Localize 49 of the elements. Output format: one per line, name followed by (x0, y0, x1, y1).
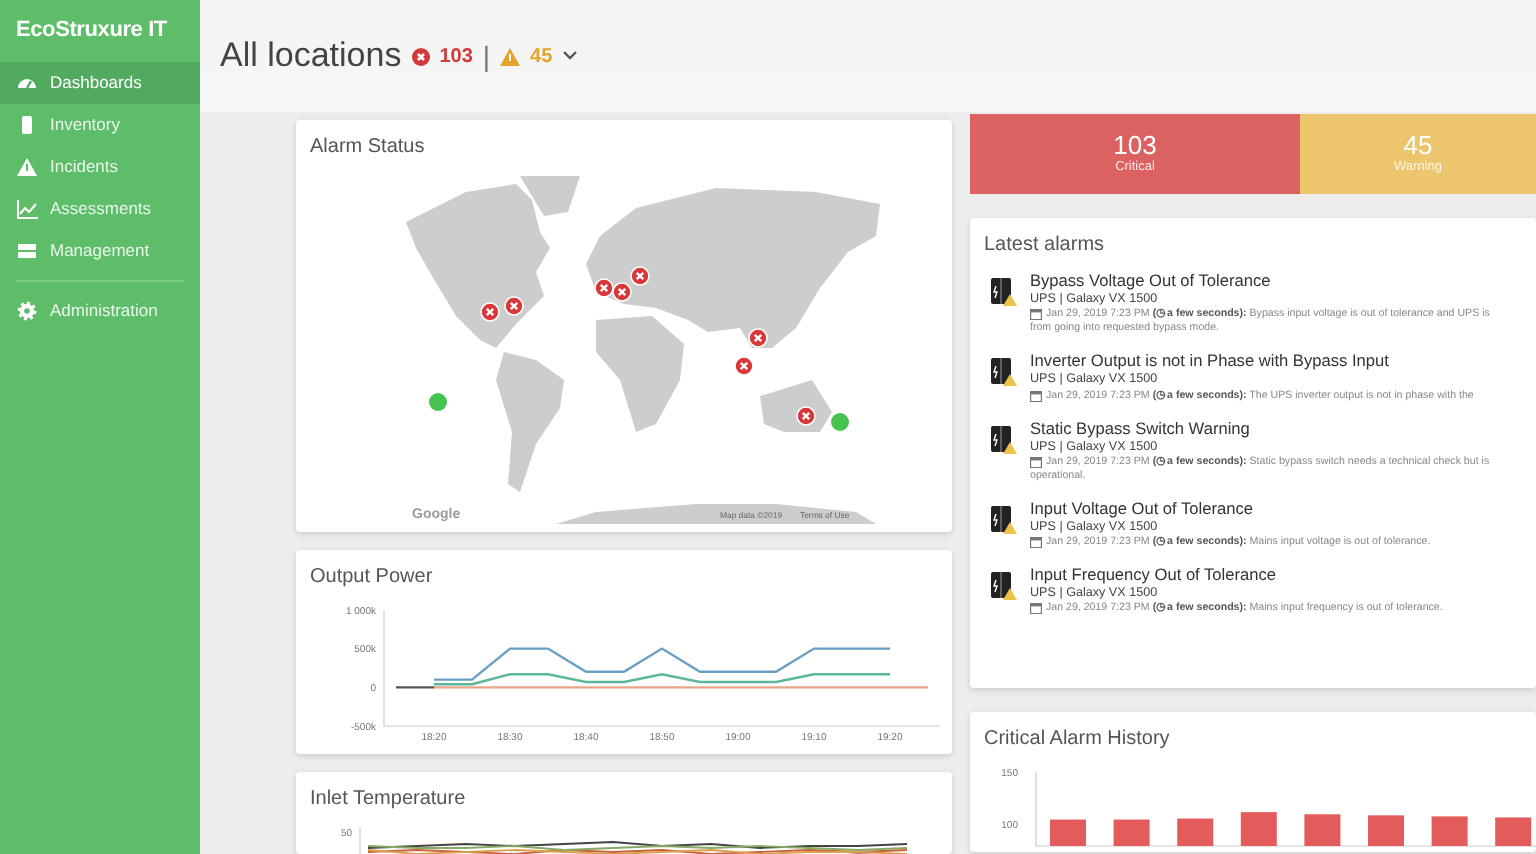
chevron-down-icon[interactable] (562, 50, 579, 62)
alarm-title[interactable]: Input Frequency Out of Tolerance (1030, 566, 1443, 587)
nav-item[interactable]: Inventory (0, 104, 200, 147)
nav-item[interactable]: Dashboards (0, 62, 200, 105)
ups-warning-icon (990, 570, 1018, 601)
ups-warning-icon (990, 423, 1018, 454)
card-title: Inlet Temperature (308, 786, 468, 814)
line-chart-icon (16, 198, 38, 221)
separator: | (482, 37, 491, 76)
ups-warning-icon (990, 504, 1018, 535)
nav-item[interactable]: Administration (0, 290, 200, 333)
card-title: Alarm Status (308, 134, 427, 162)
card-title: Latest alarms (982, 232, 1107, 260)
calendar-icon (1030, 308, 1042, 321)
error-icon (411, 47, 430, 65)
card-title: Critical Alarm History (982, 726, 1172, 754)
bar (1113, 819, 1150, 846)
server-icon (16, 240, 38, 263)
calendar-icon (1030, 536, 1042, 549)
bar (1177, 818, 1214, 846)
alarm-title[interactable]: Bypass Voltage Out of Tolerance (1030, 272, 1490, 292)
calendar-icon (1030, 602, 1042, 615)
logo: EcoStruxure IT (16, 18, 167, 45)
page-title: All locations (220, 34, 402, 79)
warning-icon (500, 47, 521, 65)
nav-item[interactable]: Incidents (0, 146, 200, 189)
nav-item[interactable]: Assessments (0, 188, 200, 231)
ups-warning-icon (990, 356, 1018, 387)
warning-count: 45 (530, 43, 553, 71)
bar (1304, 814, 1341, 846)
ups-warning-icon (990, 276, 1018, 306)
bar (1050, 819, 1086, 846)
warning-icon (16, 156, 38, 179)
bar (1240, 812, 1277, 846)
alarm-title[interactable]: Input Voltage Out of Tolerance (1030, 500, 1431, 521)
tile-count: 103 (1113, 131, 1157, 158)
calendar-icon (1030, 389, 1042, 402)
bar (1431, 816, 1468, 846)
bar (1368, 815, 1404, 846)
settings-icon (16, 300, 38, 323)
calendar-icon (1030, 455, 1042, 468)
cabinet-icon (16, 114, 38, 137)
alarm-title[interactable]: Inverter Output is not in Phase with Bypass Input (1030, 352, 1474, 373)
alarm-title[interactable]: Static Bypass Switch Warning (1030, 419, 1490, 440)
card-title: Output Power (308, 564, 435, 592)
tile-count: 45 (1403, 131, 1433, 158)
bar (1495, 817, 1532, 846)
critical-count: 103 (439, 43, 473, 71)
nav-item[interactable]: Management (0, 230, 200, 273)
